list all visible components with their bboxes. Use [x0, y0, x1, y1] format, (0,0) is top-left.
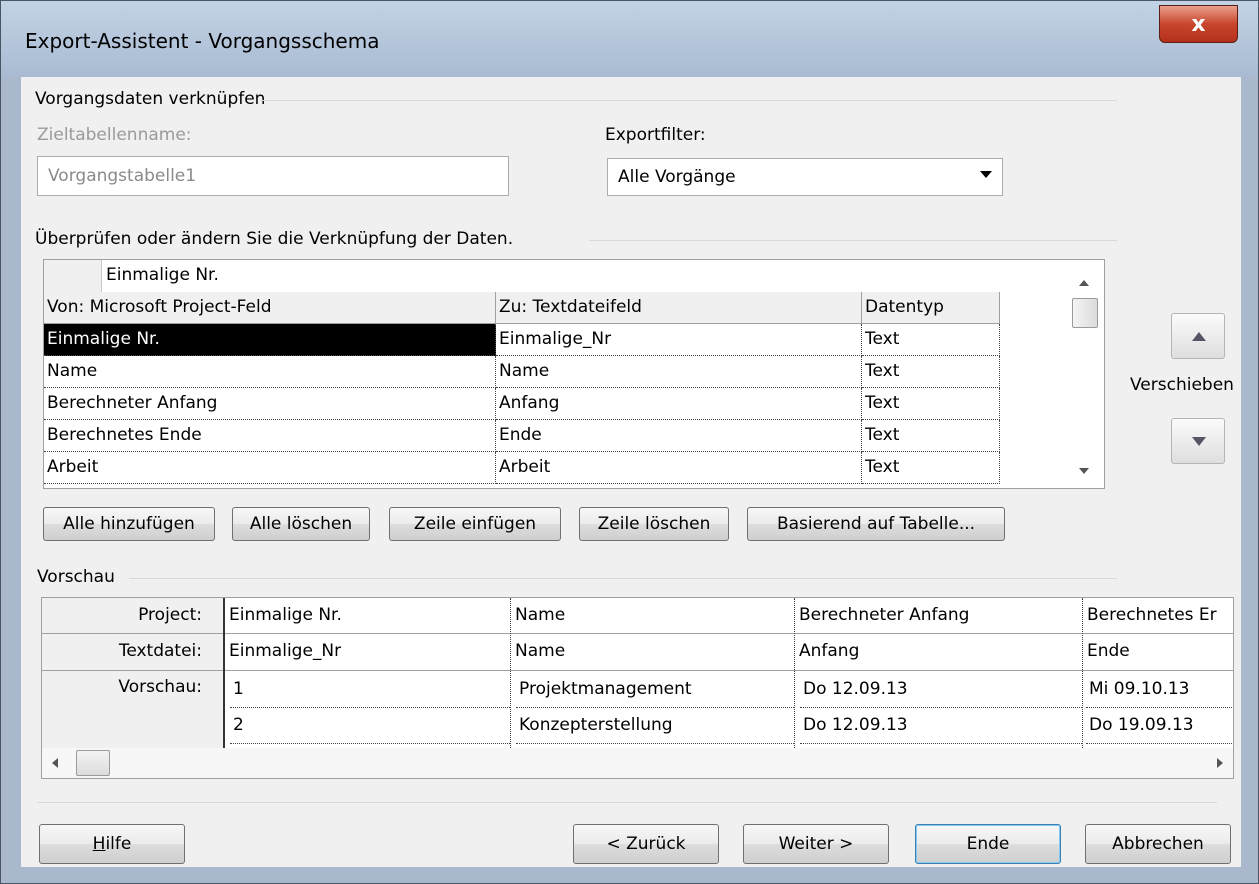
section-divider — [261, 100, 1117, 101]
mapping-edit-box[interactable]: Einmalige Nr. — [102, 260, 1066, 292]
mapping-from-cell[interactable]: Berechneter Anfang — [44, 388, 496, 420]
scroll-down-arrow-icon[interactable] — [1079, 468, 1089, 474]
mapping-to-cell[interactable]: Einmalige_Nr — [496, 324, 862, 356]
target-table-input: Vorgangstabelle1 — [37, 156, 509, 196]
preview-cell: Do 19.09.13 — [1086, 708, 1233, 744]
title-bar[interactable]: Export-Assistent - Vorgangsschema x — [1, 1, 1258, 77]
preview-cell: Do 12.09.13 — [800, 672, 1082, 708]
help-button[interactable]: Hilfe — [39, 824, 185, 864]
chevron-down-icon — [980, 171, 992, 178]
move-label: Verschieben — [1130, 375, 1234, 395]
scroll-up-arrow-icon[interactable] — [1079, 280, 1089, 286]
preview-horizontal-scrollbar[interactable] — [42, 748, 1233, 778]
arrow-down-icon — [1192, 437, 1206, 446]
dialog-client-area: Vorgangsdaten verknüpfen Zieltabellennam… — [21, 77, 1241, 867]
preview-table: Project: Textdatei: Vorschau: Einmalige … — [41, 597, 1234, 779]
insert-row-button[interactable]: Zeile einfügen — [389, 507, 561, 541]
window-title: Export-Assistent - Vorgangsschema — [25, 29, 380, 53]
close-icon: x — [1191, 11, 1206, 37]
mapping-type-cell[interactable]: Text — [862, 420, 1000, 452]
mapping-type-cell[interactable]: Text — [862, 388, 1000, 420]
cancel-button[interactable]: Abbrechen — [1085, 824, 1231, 864]
export-filter-label: Exportfilter: — [605, 125, 706, 145]
section-title: Vorgangsdaten verknüpfen — [35, 89, 266, 109]
scroll-left-arrow-icon[interactable] — [52, 758, 58, 768]
preview-label-project: Project: — [138, 605, 202, 625]
mapping-divider — [589, 240, 1117, 241]
delete-row-button[interactable]: Zeile löschen — [579, 507, 729, 541]
mapping-to-cell[interactable]: Anfang — [496, 388, 862, 420]
finish-button[interactable]: Ende — [915, 824, 1061, 864]
based-on-table-button[interactable]: Basierend auf Tabelle... — [747, 507, 1005, 541]
back-button[interactable]: < Zurück — [573, 824, 719, 864]
mapping-to-cell[interactable]: Ende — [496, 420, 862, 452]
clear-all-button[interactable]: Alle löschen — [232, 507, 370, 541]
column-header-to[interactable]: Zu: Textdateifeld — [496, 292, 862, 324]
preview-textfile-field: Ende — [1087, 641, 1130, 661]
mapping-vertical-scrollbar[interactable] — [1066, 260, 1104, 488]
target-table-value: Vorgangstabelle1 — [48, 166, 197, 186]
scroll-right-arrow-icon[interactable] — [1217, 758, 1223, 768]
export-filter-value: Alle Vorgänge — [618, 167, 736, 187]
mapping-type-cell[interactable]: Text — [862, 324, 1000, 356]
mapping-from-cell[interactable]: Berechnetes Ende — [44, 420, 496, 452]
mapping-type-cell[interactable]: Text — [862, 452, 1000, 484]
help-mnemonic: H — [92, 834, 106, 854]
mapping-type-cell[interactable]: Text — [862, 356, 1000, 388]
next-button[interactable]: Weiter > — [743, 824, 889, 864]
preview-column-separator — [794, 598, 796, 748]
preview-project-field: Name — [515, 605, 566, 625]
footer-divider — [37, 802, 1217, 803]
close-button[interactable]: x — [1159, 5, 1238, 43]
target-table-label: Zieltabellenname: — [37, 125, 192, 145]
mapping-to-cell[interactable]: Name — [496, 356, 862, 388]
scroll-thumb[interactable] — [1072, 298, 1098, 328]
mapping-from-cell[interactable]: Einmalige Nr. — [44, 324, 496, 356]
move-down-button[interactable] — [1171, 418, 1225, 464]
preview-cell: 1 — [230, 672, 510, 708]
column-header-from[interactable]: Von: Microsoft Project-Feld — [44, 292, 496, 324]
preview-cell: Mi 09.10.13 — [1086, 672, 1233, 708]
mapping-to-cell[interactable]: Arbeit — [496, 452, 862, 484]
move-up-button[interactable] — [1171, 313, 1225, 359]
preview-cell: Projektmanagement — [516, 672, 794, 708]
preview-label-preview: Vorschau: — [118, 677, 202, 697]
add-all-button[interactable]: Alle hinzufügen — [43, 507, 215, 541]
column-header-type[interactable]: Datentyp — [862, 292, 1000, 324]
mapping-instruction: Überprüfen oder ändern Sie die Verknüpfu… — [35, 229, 514, 249]
grid-corner — [44, 260, 102, 292]
scroll-thumb[interactable] — [76, 750, 110, 776]
preview-title: Vorschau — [37, 567, 115, 587]
preview-textfile-field: Anfang — [799, 641, 860, 661]
preview-cell: Konzepterstellung — [516, 708, 794, 744]
preview-project-field: Berechneter Anfang — [799, 605, 970, 625]
mapping-grid: Einmalige Nr. Von: Microsoft Project-Fel… — [43, 259, 1105, 489]
export-wizard-window: Export-Assistent - Vorgangsschema x Vorg… — [0, 0, 1259, 884]
preview-project-field: Berechnetes Er — [1087, 605, 1217, 625]
preview-column-separator — [510, 598, 512, 748]
preview-textfile-field: Name — [515, 641, 566, 661]
preview-project-field: Einmalige Nr. — [229, 605, 342, 625]
preview-label-textfile: Textdatei: — [118, 641, 202, 661]
help-label-rest: ilfe — [105, 834, 132, 854]
preview-divider — [129, 578, 1117, 579]
arrow-up-icon — [1192, 332, 1206, 341]
export-filter-select[interactable]: Alle Vorgänge — [607, 158, 1003, 196]
preview-cell: Do 12.09.13 — [800, 708, 1082, 744]
preview-cell: 2 — [230, 708, 510, 744]
mapping-from-cell[interactable]: Arbeit — [44, 452, 496, 484]
preview-column-separator — [1082, 598, 1084, 748]
mapping-from-cell[interactable]: Name — [44, 356, 496, 388]
preview-textfile-field: Einmalige_Nr — [229, 641, 342, 661]
